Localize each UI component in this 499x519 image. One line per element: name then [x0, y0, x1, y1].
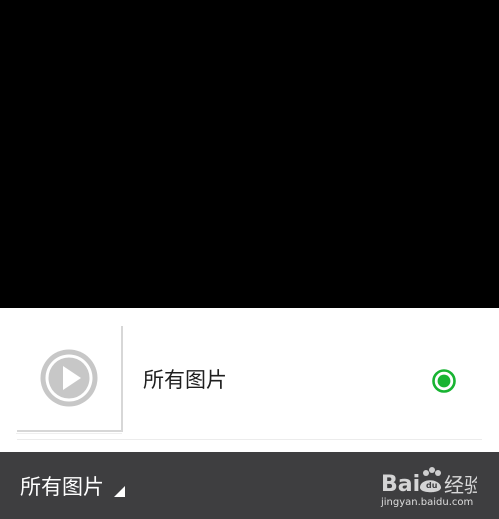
selected-radio-icon[interactable] [432, 369, 456, 393]
baidu-jingyan-logo: Bai du 经验 [381, 467, 477, 497]
album-switch-button[interactable]: 所有图片 [20, 472, 126, 502]
album-list-divider [17, 439, 482, 440]
album-thumbnail [16, 326, 123, 434]
play-icon [40, 349, 98, 407]
album-switch-label: 所有图片 [20, 475, 104, 499]
media-preview-area[interactable] [0, 0, 499, 308]
baidu-jingyan-watermark: Bai du 经验 jingyan.baidu.com [381, 463, 491, 509]
svg-text:du: du [426, 481, 438, 490]
bottom-toolbar: 所有图片 Bai du 经验 jingyan.baidu.com [0, 452, 499, 519]
svg-text:经验: 经验 [444, 473, 477, 497]
watermark-url: jingyan.baidu.com [381, 497, 474, 508]
album-picker-screen: 所有图片 所有图片 Bai du 经验 jingyan.baidu.com [0, 0, 499, 519]
album-list-sheet: 所有图片 [0, 308, 499, 452]
album-name: 所有图片 [143, 368, 227, 392]
svg-text:Bai: Bai [381, 472, 420, 497]
album-row-all-images[interactable]: 所有图片 [0, 326, 499, 444]
triangle-corner-icon [114, 486, 125, 497]
